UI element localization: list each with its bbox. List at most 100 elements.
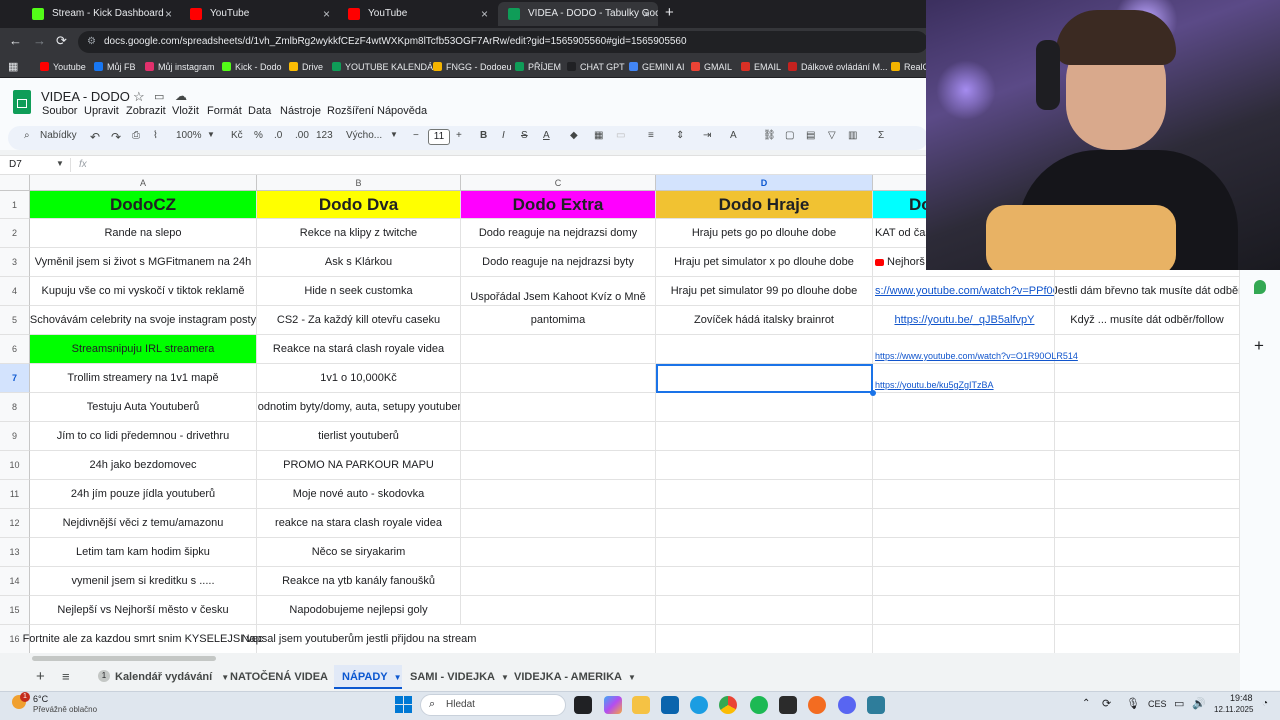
site-info-icon[interactable]: ⚙ (87, 31, 96, 53)
table-cell[interactable]: Uspořádal Jsem Kahoot Kvíz o Mně (461, 277, 656, 306)
chevron-down-icon[interactable]: ▼ (394, 673, 402, 682)
search-icon[interactable]: ⌕ (24, 130, 30, 141)
cell-link[interactable]: https://www.youtube.com/watch?v=O1R90OLR… (875, 351, 1078, 361)
table-cell[interactable] (656, 596, 873, 625)
column-title-cell[interactable]: Dodo Extra (461, 191, 656, 219)
table-cell[interactable] (656, 335, 873, 364)
table-cell[interactable] (1055, 509, 1240, 538)
font-select[interactable]: Výcho... (346, 130, 382, 141)
table-cell[interactable]: Dodo reaguje na nejdrazsi byty (461, 248, 656, 277)
cell-link[interactable]: https://youtu.be/ku5gZgITzBA (875, 380, 994, 390)
chevron-down-icon[interactable]: ▼ (390, 130, 398, 139)
table-cell[interactable]: Když ... musíte dát odběr/follow (1055, 306, 1240, 335)
redo-icon[interactable]: ↷ (111, 130, 121, 144)
column-header-b[interactable]: B (257, 175, 461, 191)
column-header-d[interactable]: D (656, 175, 873, 191)
align-vertical-icon[interactable]: ⇕ (676, 130, 684, 141)
table-cell[interactable] (461, 480, 656, 509)
table-cell[interactable] (461, 567, 656, 596)
table-cell[interactable] (1055, 625, 1240, 653)
browser-tab-sheets[interactable]: VIDEA - DODO - Tabulky Googl × (498, 2, 658, 26)
decrease-decimal-button[interactable]: .0 (274, 130, 282, 141)
table-cell[interactable]: Rekce na klipy z twitche (257, 219, 461, 248)
sheets-logo-icon[interactable] (13, 90, 31, 114)
bookmark-youtube-calendar[interactable]: YOUTUBE KALENDÁŘ (332, 60, 440, 74)
new-tab-button[interactable]: + (665, 4, 674, 21)
table-cell[interactable] (873, 480, 1055, 509)
document-title[interactable]: VIDEA - DODO (41, 89, 130, 104)
table-cell[interactable] (1055, 364, 1240, 393)
table-cell[interactable]: 24h jako bezdomovec (30, 451, 257, 480)
column-title-cell[interactable]: DodoCZ (30, 191, 257, 219)
forward-icon[interactable]: → (33, 33, 46, 48)
table-cell[interactable]: Reakce na stará clash royale videa (257, 335, 461, 364)
functions-button[interactable]: Σ (878, 130, 884, 141)
close-tab-icon[interactable]: × (481, 2, 488, 26)
browser-tab-youtube-2[interactable]: YouTube × (338, 2, 496, 26)
table-cell[interactable]: Jestli dám břevno tak musíte dát odběr (1055, 277, 1240, 306)
table-cell[interactable]: 24h jím pouze jídla youtuberů (30, 480, 257, 509)
row-header[interactable]: 8 (0, 393, 30, 422)
table-cell[interactable]: Moje nové auto - skodovka (257, 480, 461, 509)
print-icon[interactable]: ⎙ (132, 130, 140, 141)
chevron-up-icon[interactable]: ⌃ (1082, 698, 1090, 709)
table-cell[interactable] (1055, 480, 1240, 509)
table-cell[interactable]: Jím to co lidi předemnou - drivethru (30, 422, 257, 451)
table-cell[interactable] (1055, 451, 1240, 480)
file-explorer-icon[interactable] (632, 696, 650, 714)
select-all-corner[interactable] (0, 175, 30, 191)
chevron-down-icon[interactable]: ▼ (221, 673, 229, 682)
bookmark-instagram[interactable]: Můj instagram (145, 60, 215, 74)
bookmark-chatgpt[interactable]: CHAT GPT (567, 60, 625, 74)
table-cell[interactable] (461, 364, 656, 393)
bookmark-email[interactable]: EMAIL (741, 60, 781, 74)
chevron-down-icon[interactable]: ▼ (56, 159, 64, 168)
table-cell[interactable] (873, 625, 1055, 653)
table-cell[interactable] (1055, 393, 1240, 422)
row-header[interactable]: 15 (0, 596, 30, 625)
table-cell[interactable]: vymenil jsem si kreditku s ..... (30, 567, 257, 596)
maps-icon[interactable] (1254, 280, 1266, 294)
menu-format[interactable]: Formát (207, 105, 242, 117)
table-cell[interactable]: Kupuju vše co mi vyskočí v tiktok reklam… (30, 277, 257, 306)
windows-start-icon[interactable] (395, 696, 413, 714)
edge-icon[interactable] (690, 696, 708, 714)
row-header[interactable]: 14 (0, 567, 30, 596)
table-cell[interactable] (873, 422, 1055, 451)
calculator-icon[interactable] (867, 696, 885, 714)
cell-link[interactable]: https://youtu.be/_qJB5alfvpY (894, 314, 1034, 326)
table-cell[interactable]: Nejlepší vs Nejhorší město v česku (30, 596, 257, 625)
all-sheets-icon[interactable]: ≡ (62, 669, 70, 684)
font-size-field[interactable]: 11 (428, 129, 450, 145)
table-cell[interactable] (656, 393, 873, 422)
table-cell[interactable]: Fortnite ale za kazdou smrt snim KYSELEJ… (23, 625, 263, 653)
apps-icon[interactable]: ▦ (8, 60, 18, 73)
terminal-icon[interactable] (779, 696, 797, 714)
menu-nastroje[interactable]: Nástroje (280, 105, 321, 117)
number-format-button[interactable]: 123 (316, 130, 333, 141)
discord-icon[interactable] (838, 696, 856, 714)
row-header[interactable]: 13 (0, 538, 30, 567)
menu-search-field[interactable]: Nabídky (40, 130, 77, 141)
row-header[interactable]: 12 (0, 509, 30, 538)
fill-handle[interactable] (870, 390, 876, 396)
row-header[interactable]: 11 (0, 480, 30, 509)
filter-icon[interactable]: ▽ (828, 130, 836, 141)
table-cell[interactable]: Nejdivnější věci z temu/amazonu (30, 509, 257, 538)
cell-link[interactable]: s://www.youtube.com/watch?v=PPf0Qz1K (875, 285, 1054, 297)
volume-icon[interactable]: 🔊 (1192, 697, 1206, 710)
network-tray-icon[interactable]: ⟳ (1102, 697, 1111, 710)
browser-tab-youtube-1[interactable]: YouTube × (180, 2, 338, 26)
menu-vlozit[interactable]: Vložit (172, 105, 199, 117)
selected-cell-d7[interactable] (656, 364, 873, 393)
bookmark-drive[interactable]: Drive (289, 60, 323, 74)
table-cell[interactable] (461, 451, 656, 480)
language-indicator[interactable]: CES (1148, 699, 1167, 709)
strikethrough-icon[interactable]: S (521, 130, 528, 141)
table-cell[interactable] (656, 480, 873, 509)
table-cell[interactable]: 1v1 o 10,000Kč (257, 364, 461, 393)
table-cell[interactable]: Napsal jsem youtuberům jestli přijdou na… (242, 625, 477, 653)
close-tab-icon[interactable]: × (165, 2, 172, 26)
table-cell[interactable]: https://www.youtube.com/watch?v=O1R90OLR… (873, 335, 1078, 364)
table-cell[interactable]: Zovíček hádá italsky brainrot (656, 306, 873, 335)
